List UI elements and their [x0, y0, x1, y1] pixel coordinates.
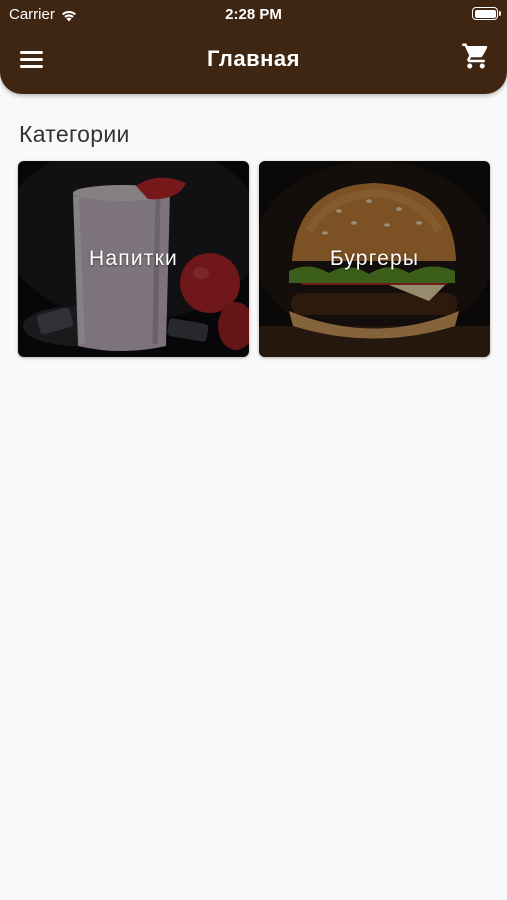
category-tile-burgers[interactable]: Бургеры	[259, 161, 490, 357]
categories-title: Категории	[19, 121, 130, 147]
category-label-burgers: Бургеры	[329, 247, 420, 270]
page-title: Главная	[207, 46, 300, 71]
categories-grid: Напитки Бургеры	[18, 161, 490, 357]
cart-button[interactable]	[461, 41, 491, 71]
battery-icon	[472, 7, 501, 20]
category-label-drinks: Напитки	[89, 247, 178, 270]
status-time: 2:28 PM	[225, 6, 282, 23]
app-bar: Carrier 2:28 PM Главная	[0, 0, 507, 94]
category-tile-drinks[interactable]: Напитки	[18, 161, 249, 357]
status-bar: Carrier 2:28 PM	[0, 0, 507, 28]
shopping-cart-icon	[462, 43, 488, 69]
